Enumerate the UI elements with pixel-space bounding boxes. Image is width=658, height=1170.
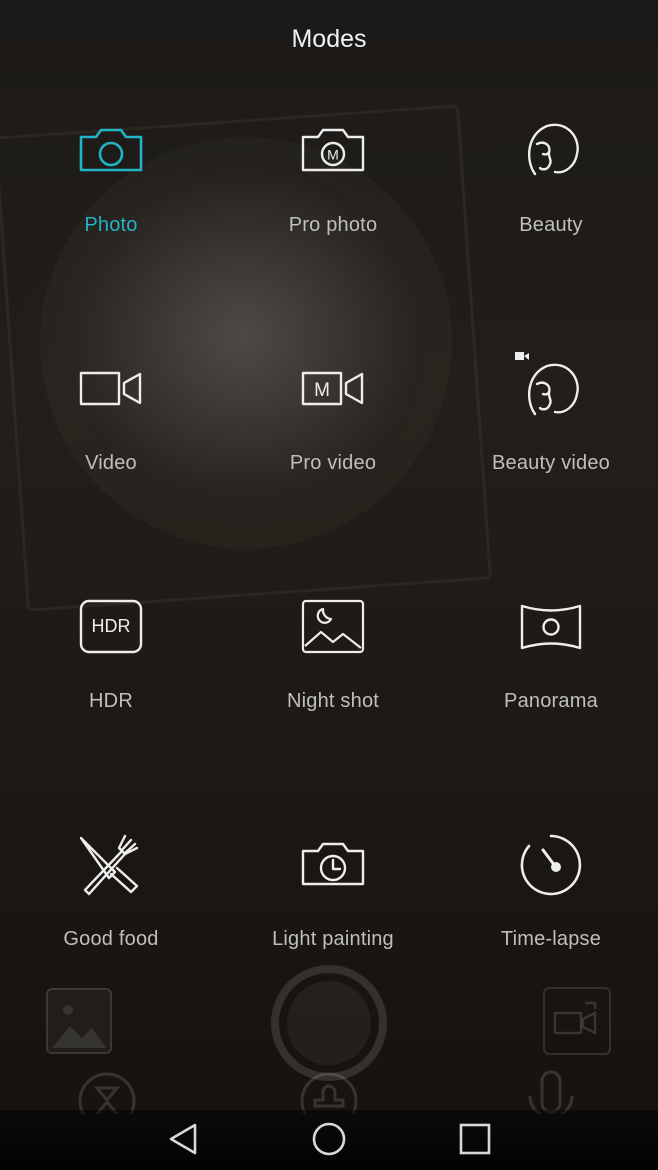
- pro-mark: M: [314, 380, 330, 401]
- mode-beauty-video[interactable]: Beauty video: [444, 338, 658, 576]
- shutter-button[interactable]: [271, 965, 387, 1081]
- camera-icon: [79, 128, 143, 172]
- beauty-video-icon: [515, 352, 579, 416]
- pro-video-icon: M: [301, 371, 364, 406]
- modes-grid: Photo M Pro photo Beauty Video M Pro vid…: [0, 100, 658, 1052]
- pro-camera-icon: M: [301, 128, 365, 172]
- recents-icon[interactable]: [455, 1120, 495, 1160]
- camera-controls: [0, 960, 658, 1114]
- modes-header: Modes: [0, 0, 658, 78]
- pro-mark: M: [327, 147, 339, 163]
- mode-video[interactable]: Video: [0, 338, 222, 576]
- mode-label: Time-lapse: [500, 928, 602, 950]
- beauty-face-icon: [528, 123, 579, 176]
- mode-label: Beauty video: [491, 452, 611, 474]
- back-icon[interactable]: [164, 1120, 204, 1160]
- switch-camera-icon[interactable]: [543, 987, 611, 1055]
- gallery-thumbnail[interactable]: [46, 988, 112, 1054]
- mode-label: Photo: [84, 214, 138, 236]
- video-camera-icon: [79, 371, 142, 406]
- home-icon[interactable]: [309, 1120, 349, 1160]
- night-shot-icon: [301, 599, 365, 654]
- mode-label: Light painting: [272, 928, 394, 950]
- mode-night-shot[interactable]: Night shot: [222, 576, 444, 814]
- page-title: Modes: [291, 24, 367, 53]
- hdr-icon: HDR: [79, 599, 143, 654]
- mode-label: Video: [85, 452, 137, 474]
- light-painting-icon: [301, 842, 365, 886]
- image-icon: [52, 1005, 106, 1048]
- mode-label: Good food: [63, 928, 159, 950]
- microphone-icon[interactable]: [520, 1070, 582, 1114]
- time-lapse-icon: [520, 834, 582, 896]
- camera-switch-glyph: [553, 1001, 597, 1035]
- mode-label: Pro photo: [288, 214, 378, 236]
- mode-pro-video[interactable]: M Pro video: [222, 338, 444, 576]
- mode-pro-photo[interactable]: M Pro photo: [222, 100, 444, 338]
- mode-hdr[interactable]: HDR HDR: [0, 576, 222, 814]
- mode-label: Panorama: [504, 690, 598, 712]
- mode-label: Pro video: [289, 452, 377, 474]
- panorama-icon: [520, 604, 582, 650]
- fork-knife-icon: [79, 834, 139, 896]
- shutter-inner: [285, 979, 373, 1067]
- mode-label: HDR: [89, 690, 133, 712]
- beauty-level-icon[interactable]: [298, 1070, 360, 1114]
- mode-label: Beauty: [519, 214, 583, 236]
- mode-panorama[interactable]: Panorama: [444, 576, 658, 814]
- mode-photo[interactable]: Photo: [0, 100, 222, 338]
- hdr-text: HDR: [92, 616, 131, 636]
- mode-beauty[interactable]: Beauty: [444, 100, 658, 338]
- system-navigation-bar: [0, 1110, 658, 1170]
- timer-icon[interactable]: [76, 1070, 138, 1114]
- mode-label: Night shot: [286, 690, 380, 712]
